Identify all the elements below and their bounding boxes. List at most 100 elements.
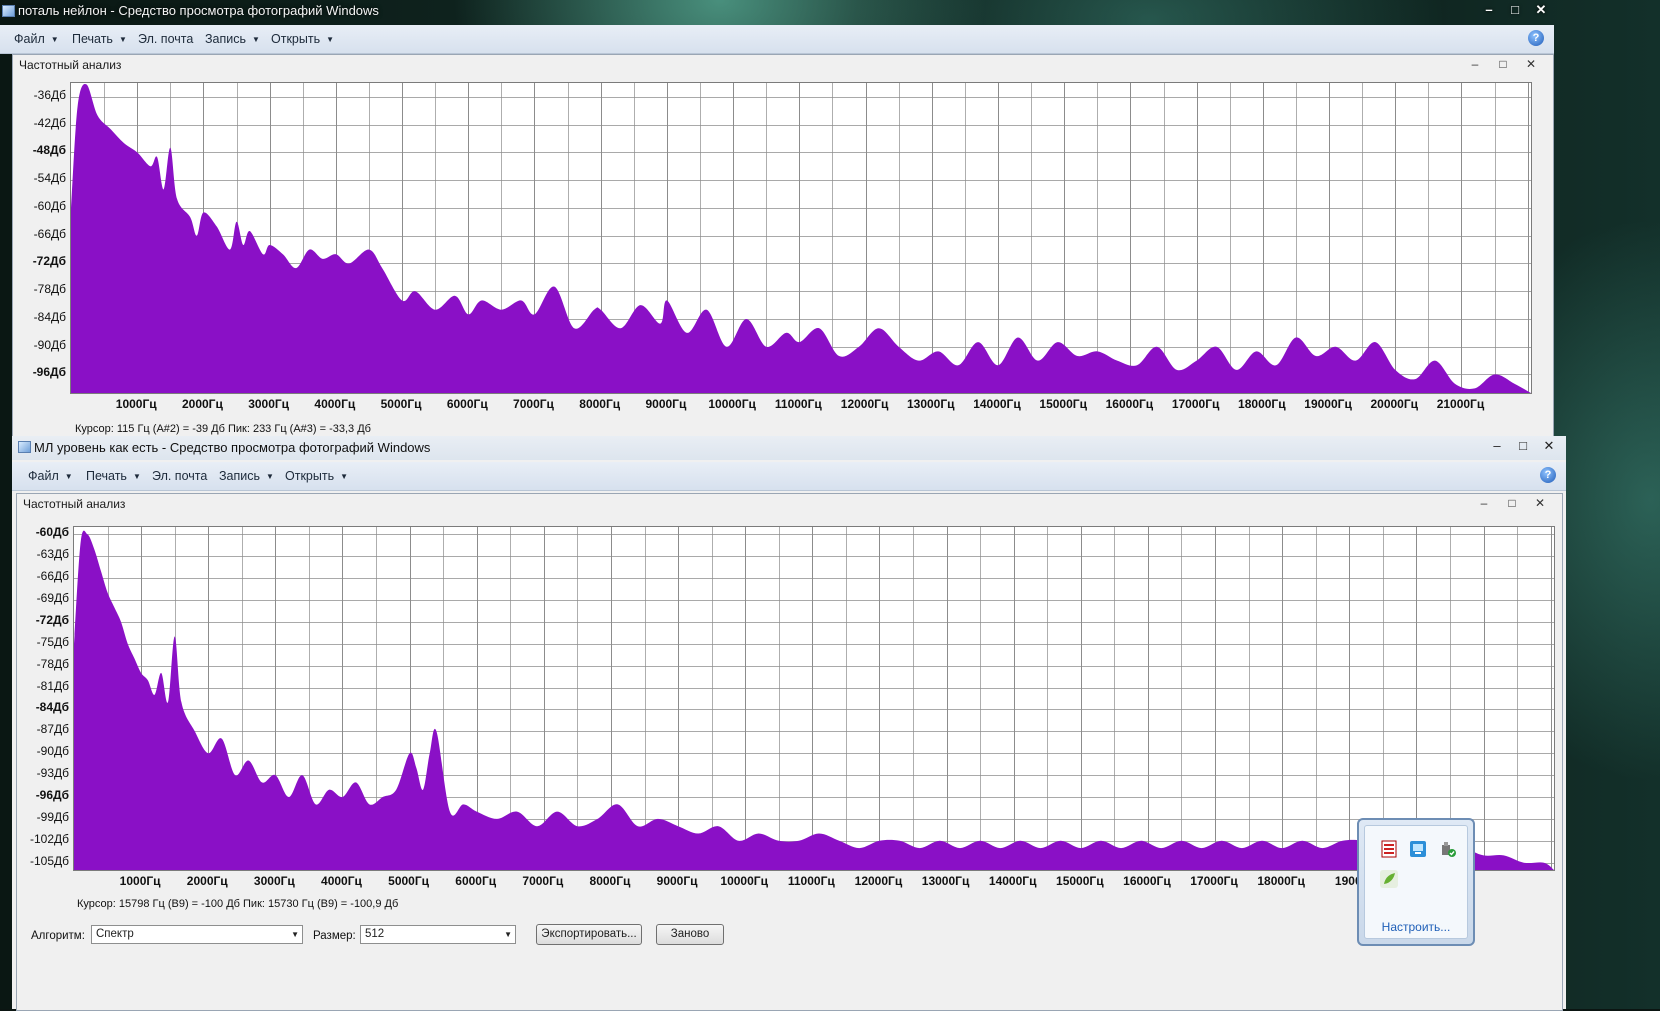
chevron-down-icon: ▼ [118, 35, 127, 44]
minimize-icon[interactable]: – [1476, 0, 1502, 20]
algorithm-label: Алгоритм: [31, 930, 85, 942]
menu-email[interactable]: Эл. почта [138, 32, 193, 46]
minimize-icon[interactable]: – [1461, 56, 1489, 73]
photo-viewer-icon [18, 441, 31, 453]
x-tick-label: 2000Гц [181, 397, 223, 411]
help-icon[interactable]: ? [1540, 467, 1556, 483]
x-tick-label: 13000Гц [906, 397, 955, 411]
x-tick-label: 18000Гц [1238, 397, 1286, 411]
maximize-icon[interactable]: □ [1489, 56, 1517, 73]
spectrum-svg [74, 527, 1554, 870]
menu-burn[interactable]: Запись ▼ [205, 32, 260, 46]
x-tick-label: 2000Гц [186, 874, 228, 888]
x-tick-label: 6000Гц [455, 874, 497, 888]
tray-overflow-popup: Настроить... [1357, 818, 1475, 946]
x-tick-label: 7000Гц [513, 397, 554, 411]
minimize-icon[interactable]: – [1470, 495, 1498, 512]
menu-bar: Файл ▼ Печать ▼ Эл. почта Запись ▼ Открыть ▼… [0, 25, 1554, 54]
menu-file[interactable]: Файл ▼ [28, 469, 73, 483]
y-tick-label: -75Дб [36, 634, 69, 649]
x-tick-label: 1000Гц [119, 874, 161, 888]
menu-file[interactable]: Файл ▼ [14, 32, 59, 46]
chevron-down-icon: ▼ [132, 472, 141, 481]
x-tick-label: 16000Гц [1123, 874, 1171, 888]
chevron-down-icon: ▼ [291, 930, 299, 939]
export-button[interactable]: Экспортировать... [536, 924, 642, 945]
x-tick-label: 9000Гц [656, 874, 698, 888]
y-tick-label: -54Дб [33, 171, 66, 186]
y-tick-label: -99Дб [36, 809, 69, 824]
maximize-icon[interactable]: □ [1510, 436, 1536, 456]
algorithm-select[interactable]: Спектр ▼ [91, 925, 303, 944]
frequency-analysis-dialog: Частотный анализ – □ ✕ -60Дб -63Дб -66Дб -6… [16, 493, 1563, 1011]
maximize-icon[interactable]: □ [1498, 495, 1526, 512]
x-tick-label: 10000Гц [720, 874, 768, 888]
archive-icon[interactable] [1380, 840, 1398, 858]
title-bar[interactable]: МЛ уровень как есть - Средство просмотра… [12, 436, 1566, 460]
network-icon[interactable] [1409, 840, 1427, 858]
chevron-down-icon: ▼ [64, 472, 73, 481]
window-title: МЛ уровень как есть - Средство просмотра… [34, 440, 431, 455]
x-tick-label: 12000Гц [840, 397, 889, 411]
chevron-down-icon: ▼ [504, 930, 512, 939]
title-bar[interactable]: поталь нейлон - Средство просмотра фотог… [0, 0, 1554, 24]
y-tick-label: -81Дб [36, 678, 69, 693]
x-tick-label: 13000Гц [921, 874, 970, 888]
dialog-title: Частотный анализ [19, 58, 122, 72]
spectrum-area [74, 530, 1554, 870]
close-icon[interactable]: ✕ [1536, 436, 1562, 456]
menu-open[interactable]: Открыть ▼ [271, 32, 334, 46]
spectrum-plot[interactable] [70, 82, 1532, 394]
menu-email[interactable]: Эл. почта [152, 469, 207, 483]
y-tick-label: -84Дб [35, 700, 69, 715]
x-tick-label: 4000Гц [321, 874, 362, 888]
x-tick-label: 11000Гц [774, 397, 822, 411]
chevron-down-icon: ▼ [266, 472, 274, 481]
y-tick-label: -102Дб [29, 831, 69, 846]
x-tick-label: 4000Гц [314, 397, 356, 411]
minimize-icon[interactable]: – [1484, 436, 1510, 456]
y-tick-label: -96Дб [35, 788, 69, 803]
menu-open[interactable]: Открыть ▼ [285, 469, 348, 483]
leaf-app-icon[interactable] [1380, 870, 1398, 888]
status-text: Курсор: 15798 Гц (B9) = -100 Дб Пик: 157… [77, 898, 399, 910]
spectrum-plot[interactable] [73, 526, 1555, 871]
chevron-down-icon: ▼ [50, 35, 59, 44]
help-icon[interactable]: ? [1528, 30, 1544, 46]
x-tick-label: 14000Гц [973, 397, 1021, 411]
y-tick-label: -66Дб [33, 226, 66, 241]
close-icon[interactable]: ✕ [1517, 56, 1545, 73]
x-tick-label: 3000Гц [248, 397, 290, 411]
y-tick-label: -60Дб [33, 198, 66, 213]
y-tick-label: -66Дб [36, 569, 69, 584]
x-tick-label: 15000Гц [1039, 397, 1087, 411]
x-tick-label: 3000Гц [253, 874, 295, 888]
maximize-icon[interactable]: □ [1502, 0, 1528, 20]
x-tick-label: 9000Гц [645, 397, 687, 411]
menu-print[interactable]: Печать ▼ [72, 32, 127, 46]
menu-burn[interactable]: Запись ▼ [219, 469, 274, 483]
x-tick-label: 7000Гц [522, 874, 564, 888]
x-tick-label: 17000Гц [1190, 874, 1238, 888]
menu-bar: Файл ▼ Печать ▼ Эл. почта Запись ▼ Открыть ▼… [12, 462, 1566, 491]
close-icon[interactable]: ✕ [1526, 495, 1554, 512]
y-tick-label: -78Дб [36, 656, 69, 671]
customize-link[interactable]: Настроить... [1365, 920, 1467, 934]
replot-button[interactable]: Заново [656, 924, 724, 945]
x-tick-label: 14000Гц [988, 874, 1037, 888]
size-label: Размер: [313, 930, 356, 942]
spectrum-area [71, 84, 1531, 393]
y-tick-label: -93Дб [36, 766, 69, 781]
y-tick-label: -87Дб [36, 722, 69, 737]
x-tick-label: 12000Гц [854, 874, 903, 888]
y-tick-label: -90Дб [36, 744, 69, 759]
x-tick-label: 15000Гц [1056, 874, 1104, 888]
frequency-analysis-dialog: Частотный анализ – □ ✕ -36Дб -42Дб -48Дб -5… [12, 54, 1554, 440]
x-tick-label: 17000Гц [1171, 397, 1220, 411]
size-select[interactable]: 512 ▼ [360, 925, 516, 944]
y-tick-label: -48Дб [32, 143, 66, 158]
safely-remove-hardware-icon[interactable] [1439, 840, 1457, 858]
x-tick-label: 20000Гц [1370, 397, 1419, 411]
menu-print[interactable]: Печать ▼ [86, 469, 141, 483]
close-icon[interactable]: ✕ [1528, 0, 1554, 20]
